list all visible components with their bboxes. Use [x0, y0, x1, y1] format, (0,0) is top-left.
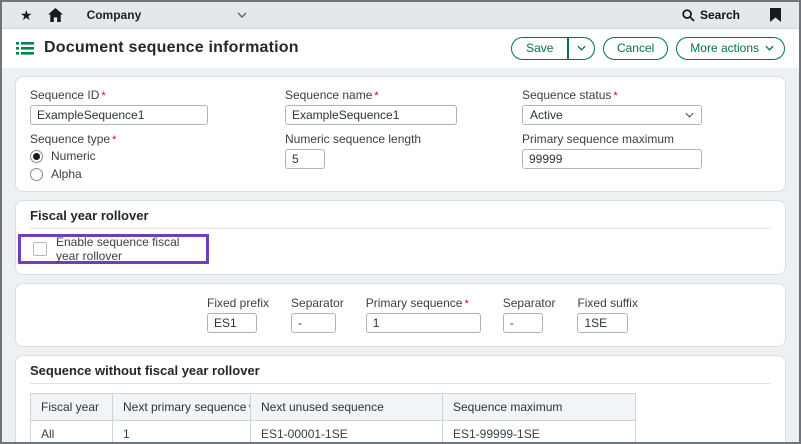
required-marker: *	[613, 90, 617, 102]
header-actions: Save Cancel More actions	[511, 37, 785, 60]
required-marker: *	[112, 134, 116, 146]
col-header-sequence-maximum: Sequence maximum	[443, 394, 636, 421]
app-window: ★ Company Search	[0, 0, 801, 444]
primary-sequence-label: Primary sequence*	[366, 296, 481, 310]
cell-next-unused-sequence: ES1-00001-1SE	[251, 421, 443, 444]
section-divider	[30, 383, 771, 384]
radio-numeric-label: Numeric	[51, 149, 96, 163]
page-header: Document sequence information Save Cance…	[2, 29, 799, 67]
separator-label-1: Separator	[291, 296, 344, 310]
column-1: Sequence ID* Sequence type* Numeric Alph…	[30, 88, 285, 185]
primary-sequence-maximum-label: Primary sequence maximum	[522, 132, 771, 146]
column-3: Sequence status* Active Primary sequence…	[522, 88, 771, 185]
chevron-down-icon	[685, 112, 694, 118]
more-actions-label: More actions	[677, 41, 765, 55]
column-2: Sequence name* Numeric sequence length	[285, 88, 522, 185]
sequence-status-select[interactable]: Active	[522, 105, 702, 125]
required-marker: *	[101, 90, 105, 102]
save-button[interactable]: Save	[512, 41, 567, 55]
fiscal-year-rollover-card: Fiscal year rollover Enable sequence fis…	[15, 200, 786, 275]
enable-rollover-checkbox[interactable]	[33, 242, 47, 256]
chevron-down-icon	[237, 12, 247, 18]
primary-sequence-field: Primary sequence*	[366, 296, 481, 333]
primary-sequence-maximum-field: Primary sequence maximum	[522, 132, 771, 169]
search-label: Search	[700, 8, 740, 22]
separator-input-2[interactable]	[503, 313, 543, 333]
radio-option-alpha[interactable]: Alpha	[30, 167, 285, 181]
col-header-next-unused-sequence: Next unused sequence	[251, 394, 443, 421]
fixed-suffix-label: Fixed suffix	[577, 296, 637, 310]
page-title: Document sequence information	[44, 39, 299, 57]
numeric-sequence-length-input[interactable]	[285, 149, 325, 169]
fixed-prefix-field: Fixed prefix	[207, 296, 269, 333]
company-menu-label: Company	[87, 8, 142, 22]
sequence-name-label: Sequence name*	[285, 88, 522, 102]
required-marker: *	[374, 90, 378, 102]
separator-field-1: Separator	[291, 296, 344, 333]
bookmark-icon[interactable]	[770, 8, 781, 22]
numeric-sequence-length-field: Numeric sequence length	[285, 132, 522, 169]
sequence-format-card: Fixed prefix Separator Primary sequence*…	[15, 283, 786, 347]
format-row: Fixed prefix Separator Primary sequence*…	[207, 296, 638, 333]
primary-sequence-maximum-input[interactable]	[522, 149, 702, 169]
fixed-suffix-input[interactable]	[577, 313, 628, 333]
radio-option-numeric[interactable]: Numeric	[30, 149, 285, 163]
numeric-sequence-length-label: Numeric sequence length	[285, 132, 522, 146]
sequence-without-rollover-card: Sequence without fiscal year rollover Fi…	[15, 355, 786, 444]
cell-next-primary-sequence[interactable]: 1	[113, 421, 251, 444]
main-fields-card: Sequence ID* Sequence type* Numeric Alph…	[15, 76, 786, 192]
fixed-prefix-input[interactable]	[207, 313, 257, 333]
home-icon[interactable]	[48, 8, 63, 22]
cell-fiscal-year: All	[31, 421, 113, 444]
col-header-fiscal-year: Fiscal year	[31, 394, 113, 421]
radio-alpha-circle[interactable]	[30, 168, 43, 181]
save-split-button: Save	[511, 37, 595, 60]
save-options-toggle[interactable]	[569, 45, 594, 51]
sequence-name-input[interactable]	[285, 105, 457, 125]
bookmark-icon-svg	[770, 8, 781, 22]
search-icon	[682, 9, 695, 22]
company-menu-dropdown[interactable]: Company	[87, 8, 247, 22]
sequence-id-input[interactable]	[30, 105, 208, 125]
chevron-down-icon	[765, 45, 774, 51]
list-icon[interactable]	[16, 41, 34, 56]
highlighted-checkbox-box: Enable sequence fiscal year rollover	[18, 234, 209, 264]
chevron-down-icon	[577, 45, 586, 51]
separator-label-2: Separator	[503, 296, 556, 310]
required-marker: *	[464, 298, 468, 310]
search-button[interactable]: Search	[682, 8, 740, 22]
table-header-row: Fiscal year Next primary sequence* Next …	[31, 394, 636, 421]
fiscal-rollover-heading: Fiscal year rollover	[30, 208, 771, 223]
home-icon-svg	[48, 8, 63, 22]
cancel-button-label: Cancel	[604, 41, 667, 55]
sequence-name-field: Sequence name*	[285, 88, 522, 125]
section-divider	[30, 228, 771, 229]
separator-input-1[interactable]	[291, 313, 336, 333]
primary-sequence-input[interactable]	[366, 313, 481, 333]
sequence-id-label: Sequence ID*	[30, 88, 285, 102]
cell-sequence-maximum: ES1-99999-1SE	[443, 421, 636, 444]
sequence-table-heading: Sequence without fiscal year rollover	[30, 363, 771, 378]
content-area: Sequence ID* Sequence type* Numeric Alph…	[2, 68, 799, 442]
top-bar: ★ Company Search	[2, 2, 799, 29]
sequence-status-value: Active	[530, 108, 563, 122]
col-header-next-primary-sequence: Next primary sequence*	[113, 394, 251, 421]
cancel-button[interactable]: Cancel	[603, 37, 668, 60]
sequence-table: Fiscal year Next primary sequence* Next …	[30, 393, 636, 444]
fixed-suffix-field: Fixed suffix	[577, 296, 637, 333]
more-actions-caret	[765, 45, 784, 51]
sequence-status-label: Sequence status*	[522, 88, 771, 102]
radio-numeric-circle[interactable]	[30, 150, 43, 163]
enable-rollover-label: Enable sequence fiscal year rollover	[56, 235, 206, 263]
separator-field-2: Separator	[503, 296, 556, 333]
favorites-star-icon[interactable]: ★	[20, 8, 33, 22]
fixed-prefix-label: Fixed prefix	[207, 296, 269, 310]
table-row: All 1 ES1-00001-1SE ES1-99999-1SE	[31, 421, 636, 444]
more-actions-button[interactable]: More actions	[676, 37, 785, 60]
sequence-type-label: Sequence type*	[30, 132, 285, 146]
sequence-type-field: Sequence type* Numeric Alpha	[30, 132, 285, 181]
sequence-status-field: Sequence status* Active	[522, 88, 771, 125]
radio-alpha-label: Alpha	[51, 167, 82, 181]
sequence-id-field: Sequence ID*	[30, 88, 285, 125]
